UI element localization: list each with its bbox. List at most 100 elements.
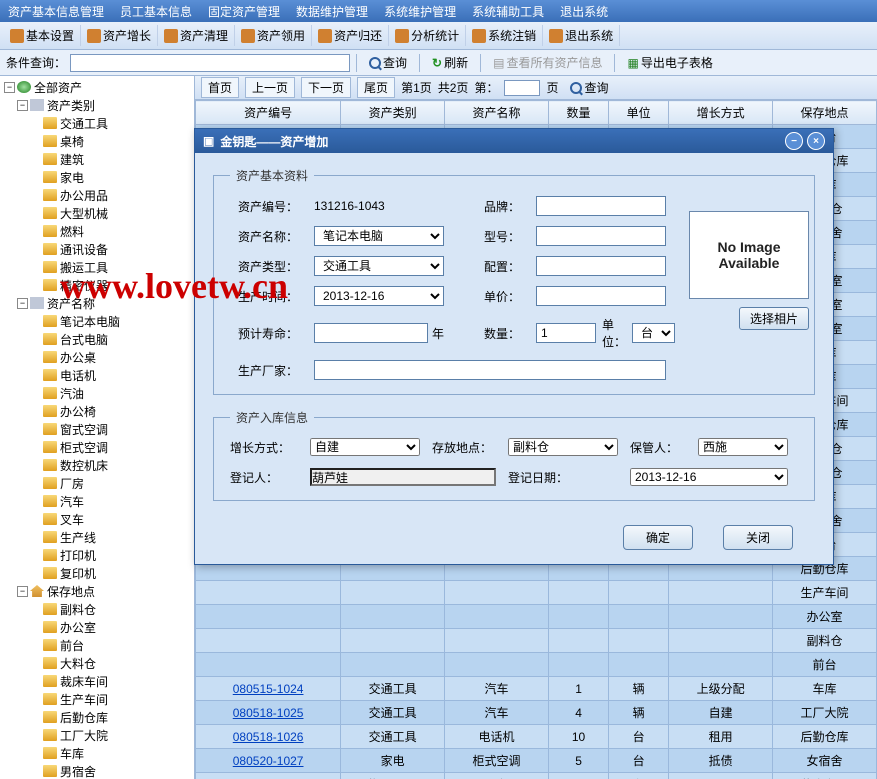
goto-input[interactable] — [504, 80, 540, 96]
toolbar-grow-button[interactable]: 资产增长 — [81, 25, 158, 46]
tree-item[interactable]: 办公桌 — [0, 348, 194, 366]
tree-item[interactable]: 电话机 — [0, 366, 194, 384]
unit-select[interactable]: 台 — [632, 323, 675, 343]
tree-name-node[interactable]: −资产名称 — [0, 294, 194, 312]
prod-time-select[interactable]: 2013-12-16 — [314, 286, 444, 306]
tree-item[interactable]: 家电 — [0, 168, 194, 186]
reg-date-select[interactable]: 2013-12-16 — [630, 468, 788, 486]
store-select[interactable]: 副料仓 — [508, 438, 618, 456]
toolbar-refresh-button[interactable]: 系统注销 — [466, 25, 543, 46]
asset-id-link[interactable]: 080518-1026 — [196, 725, 341, 749]
tree-item[interactable]: 笔记本电脑 — [0, 312, 194, 330]
select-image-button[interactable]: 选择相片 — [739, 307, 809, 330]
tree-item[interactable]: 柜式空调 — [0, 438, 194, 456]
column-header[interactable]: 数量 — [548, 101, 608, 125]
tree-item[interactable]: 打印机 — [0, 546, 194, 564]
tree-item[interactable]: 搬运工具 — [0, 258, 194, 276]
maker-input[interactable] — [314, 360, 666, 380]
asset-type-select[interactable]: 交通工具 — [314, 256, 444, 276]
toolbar-doc-button[interactable]: 资产领用 — [235, 25, 312, 46]
tree-item[interactable]: 叉车 — [0, 510, 194, 528]
life-input[interactable] — [314, 323, 428, 343]
asset-tree[interactable]: −全部资产−资产类别交通工具桌椅建筑家电办公用品大型机械燃料通讯设备搬运工具精密… — [0, 76, 195, 779]
tree-item[interactable]: 后勤仓库 — [0, 708, 194, 726]
menu-item[interactable]: 退出系统 — [560, 3, 608, 20]
column-header[interactable]: 资产编号 — [196, 101, 341, 125]
toolbar-back-button[interactable]: 资产归还 — [312, 25, 389, 46]
table-row[interactable]: 前台 — [196, 653, 877, 677]
toolbar-chart-button[interactable]: 分析统计 — [389, 25, 466, 46]
table-row[interactable]: 办公室 — [196, 605, 877, 629]
tree-item[interactable]: 数控机床 — [0, 456, 194, 474]
asset-id-link[interactable]: 080520-1028 — [196, 773, 341, 779]
table-row[interactable]: 080515-1024 交通工具汽车1辆上级分配车库 — [196, 677, 877, 701]
column-header[interactable]: 增长方式 — [669, 101, 773, 125]
column-header[interactable]: 单位 — [609, 101, 669, 125]
refresh-button[interactable]: ↻刷新 — [426, 53, 474, 72]
asset-id-link[interactable]: 080518-1025 — [196, 701, 341, 725]
column-header[interactable]: 保存地点 — [773, 101, 877, 125]
asset-id-link[interactable]: 080515-1024 — [196, 677, 341, 701]
tree-item[interactable]: 裁床车间 — [0, 672, 194, 690]
grow-select[interactable]: 自建 — [310, 438, 420, 456]
column-header[interactable]: 资产名称 — [445, 101, 549, 125]
menu-item[interactable]: 资产基本信息管理 — [8, 3, 104, 20]
tree-toggle[interactable]: − — [17, 298, 28, 309]
keeper-select[interactable]: 西施 — [698, 438, 788, 456]
tree-toggle[interactable]: − — [17, 586, 28, 597]
tree-item[interactable]: 燃料 — [0, 222, 194, 240]
next-page-button[interactable]: 下一页 — [301, 77, 351, 98]
table-row[interactable]: 080518-1025 交通工具汽车4辆自建工厂大院 — [196, 701, 877, 725]
column-header[interactable]: 资产类别 — [341, 101, 445, 125]
tree-location-node[interactable]: −保存地点 — [0, 582, 194, 600]
tree-item[interactable]: 交通工具 — [0, 114, 194, 132]
tree-item[interactable]: 大型机械 — [0, 204, 194, 222]
tree-root[interactable]: −全部资产 — [0, 78, 194, 96]
tree-item[interactable]: 办公用品 — [0, 186, 194, 204]
tree-item[interactable]: 桌椅 — [0, 132, 194, 150]
table-row[interactable]: 生产车间 — [196, 581, 877, 605]
menu-item[interactable]: 数据维护管理 — [296, 3, 368, 20]
tree-item[interactable]: 大料仓 — [0, 654, 194, 672]
tree-item[interactable]: 生产车间 — [0, 690, 194, 708]
menu-item[interactable]: 系统维护管理 — [384, 3, 456, 20]
tree-item[interactable]: 厂房 — [0, 474, 194, 492]
first-page-button[interactable]: 首页 — [201, 77, 239, 98]
menu-item[interactable]: 固定资产管理 — [208, 3, 280, 20]
goto-button[interactable]: 查询 — [564, 78, 614, 97]
tree-category-node[interactable]: −资产类别 — [0, 96, 194, 114]
prev-page-button[interactable]: 上一页 — [245, 77, 295, 98]
toolbar-minus-button[interactable]: 资产清理 — [158, 25, 235, 46]
table-row[interactable]: 080518-1026 交通工具电话机10台租用后勤仓库 — [196, 725, 877, 749]
config-input[interactable] — [536, 256, 666, 276]
minimize-button[interactable]: − — [785, 132, 803, 150]
menu-item[interactable]: 系统辅助工具 — [472, 3, 544, 20]
close-button[interactable]: × — [807, 132, 825, 150]
qty-input[interactable] — [536, 323, 596, 343]
tree-item[interactable]: 办公椅 — [0, 402, 194, 420]
menu-item[interactable]: 员工基本信息 — [120, 3, 192, 20]
tree-item[interactable]: 汽油 — [0, 384, 194, 402]
tree-toggle[interactable]: − — [17, 100, 28, 111]
price-input[interactable] — [536, 286, 666, 306]
table-row[interactable]: 副料仓 — [196, 629, 877, 653]
model-input[interactable] — [536, 226, 666, 246]
last-page-button[interactable]: 尾页 — [357, 77, 395, 98]
table-row[interactable]: 080520-1027 家电柜式空调5台抵债女宿舍 — [196, 749, 877, 773]
view-all-button[interactable]: ▤查看所有资产信息 — [487, 53, 608, 72]
tree-item[interactable]: 副料仓 — [0, 600, 194, 618]
asset-id-link[interactable]: 080520-1027 — [196, 749, 341, 773]
tree-item[interactable]: 复印机 — [0, 564, 194, 582]
ok-button[interactable]: 确定 — [623, 525, 693, 550]
dialog-titlebar[interactable]: ▣ 金钥匙——资产增加 − × — [195, 129, 833, 153]
tree-item[interactable]: 工厂大院 — [0, 726, 194, 744]
tree-item[interactable]: 前台 — [0, 636, 194, 654]
toolbar-exit-button[interactable]: 退出系统 — [543, 25, 620, 46]
export-button[interactable]: ▦导出电子表格 — [621, 53, 718, 72]
search-button[interactable]: 查询 — [363, 53, 413, 72]
tree-item[interactable]: 男宿舍 — [0, 762, 194, 779]
tree-item[interactable]: 车库 — [0, 744, 194, 762]
tree-item[interactable]: 汽车 — [0, 492, 194, 510]
tree-item[interactable]: 办公室 — [0, 618, 194, 636]
asset-name-select[interactable]: 笔记本电脑 — [314, 226, 444, 246]
